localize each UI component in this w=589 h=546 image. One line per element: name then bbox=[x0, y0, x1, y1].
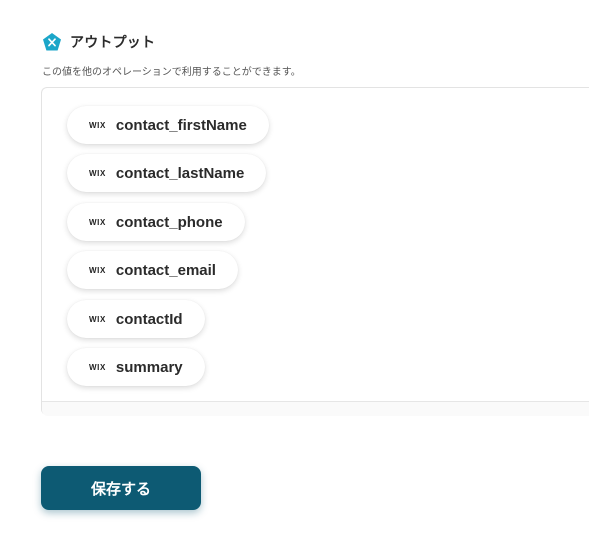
output-panel: WIX contact_firstName WIX contact_lastNa… bbox=[41, 87, 589, 416]
section-header: アウトプット bbox=[42, 31, 155, 53]
wix-icon: WIX bbox=[89, 120, 106, 130]
chip-label: contact_firstName bbox=[115, 116, 247, 134]
section-title: アウトプット bbox=[70, 35, 156, 51]
chip-label: summary bbox=[115, 358, 183, 376]
chip-label: contact_email bbox=[115, 261, 216, 279]
wix-icon: WIX bbox=[89, 168, 106, 178]
wix-icon: WIX bbox=[89, 314, 106, 324]
wix-icon: WIX bbox=[89, 217, 106, 227]
section-description: この値を他のオペレーションで利用することができます。 bbox=[42, 67, 301, 78]
panel-footer bbox=[42, 401, 589, 416]
pentagon-x-icon bbox=[43, 33, 61, 51]
output-chip-summary[interactable]: WIX summary bbox=[67, 348, 205, 386]
save-button[interactable]: 保存する bbox=[41, 466, 201, 510]
output-chip-contact-email[interactable]: WIX contact_email bbox=[67, 251, 238, 289]
output-chip-contact-lastname[interactable]: WIX contact_lastName bbox=[67, 154, 267, 192]
chip-label: contactId bbox=[115, 310, 183, 328]
output-chip-contactid[interactable]: WIX contactId bbox=[67, 300, 205, 338]
chip-label: contact_lastName bbox=[115, 164, 245, 182]
output-chip-contact-phone[interactable]: WIX contact_phone bbox=[67, 203, 245, 241]
chip-label: contact_phone bbox=[115, 213, 223, 231]
output-chip-contact-firstname[interactable]: WIX contact_firstName bbox=[67, 106, 269, 144]
wix-icon: WIX bbox=[89, 362, 106, 372]
wix-icon: WIX bbox=[89, 265, 106, 275]
